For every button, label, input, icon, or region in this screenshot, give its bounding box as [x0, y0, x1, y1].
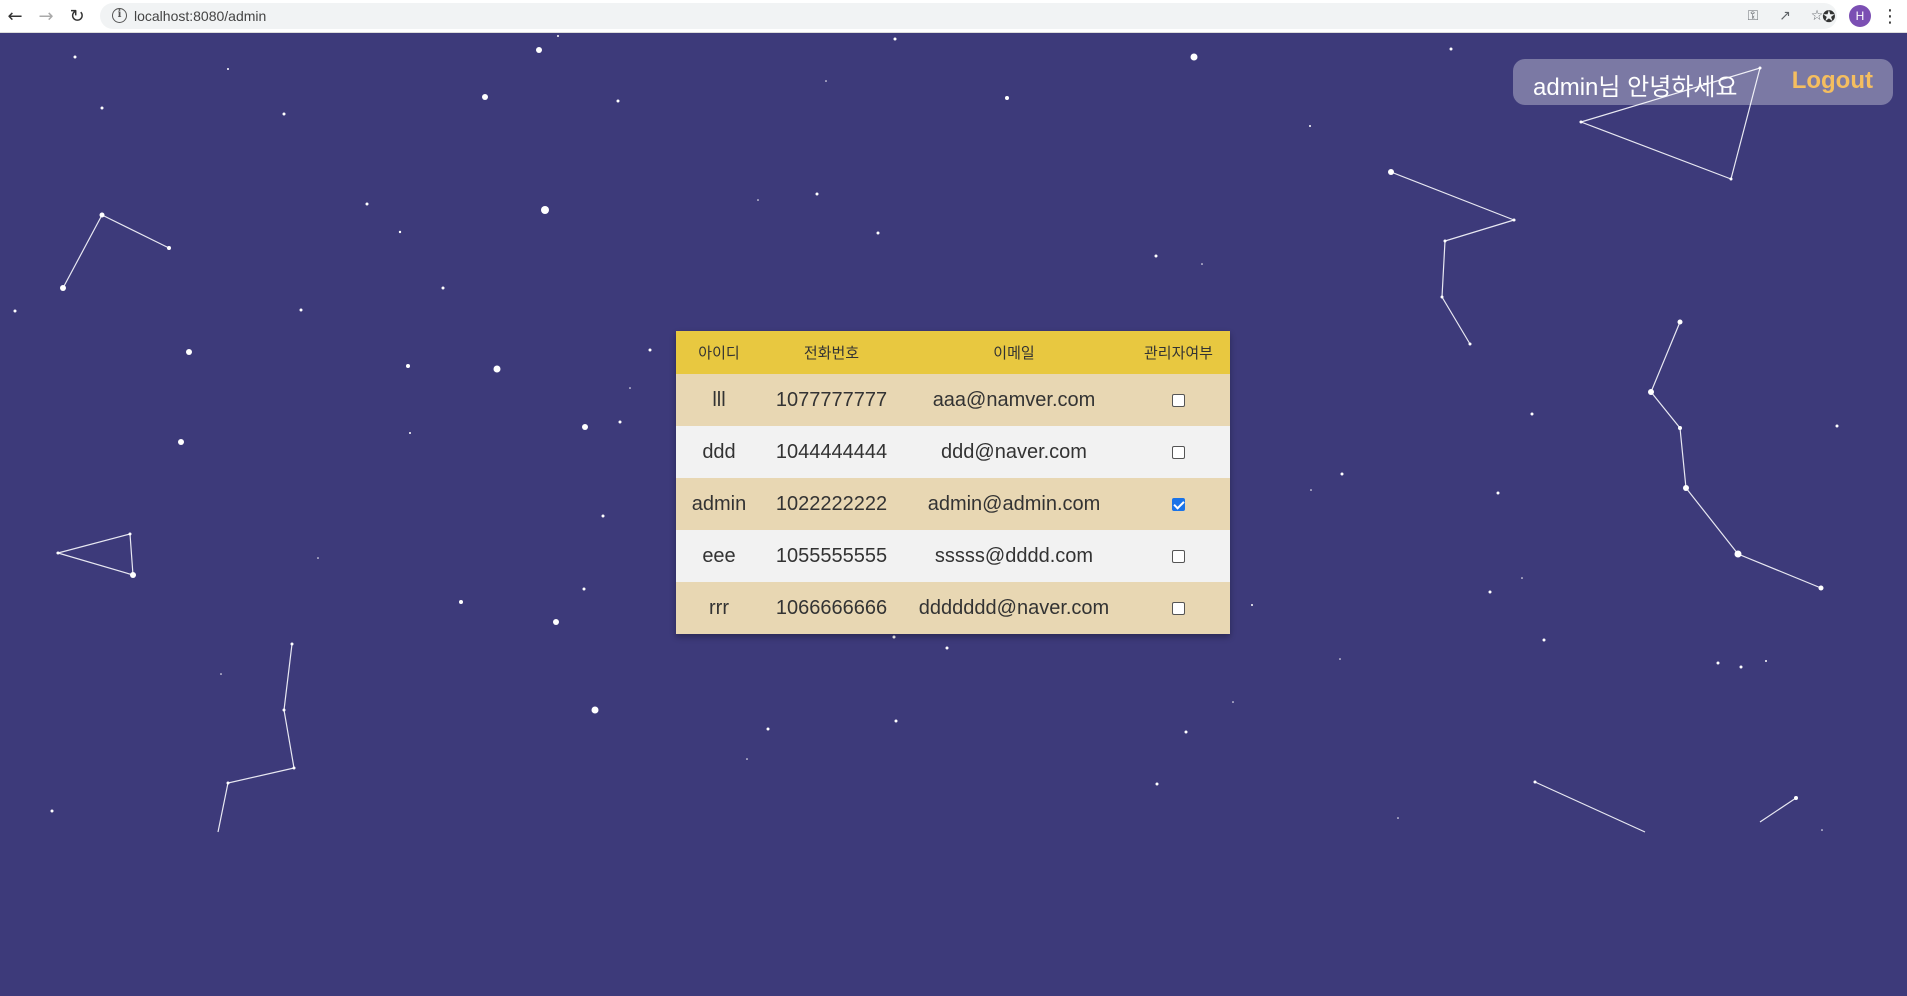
cell-admin	[1127, 478, 1230, 530]
admin-checkbox[interactable]	[1172, 393, 1185, 407]
cell-email: sssss@dddd.com	[901, 530, 1127, 582]
cell-phone: 1022222222	[762, 478, 901, 530]
cell-id: ddd	[676, 426, 762, 478]
table-row: ddd 1044444444 ddd@naver.com	[676, 426, 1230, 478]
greeting-text: admin님 안녕하세요	[1533, 74, 1738, 101]
table-header-row: 아이디 전화번호 이메일 관리자여부	[676, 331, 1230, 374]
logout-link[interactable]: Logout	[1792, 67, 1873, 95]
table-row: rrr 1066666666 ddddddd@naver.com	[676, 582, 1230, 634]
browser-toolbar: ← → ↻ i localhost:8080/admin ⚿ ↗ ☆ ✪ H ⋮	[0, 0, 1907, 33]
cell-admin	[1127, 582, 1230, 634]
admin-page: admin님 안녕하세요 Logout 아이디 전화번호 이메일 관리자여부 l…	[0, 32, 1907, 996]
cell-admin	[1127, 426, 1230, 478]
admin-checkbox[interactable]	[1172, 549, 1185, 563]
admin-checkbox[interactable]	[1172, 497, 1185, 511]
cell-id: eee	[676, 530, 762, 582]
key-icon[interactable]: ⚿	[1737, 3, 1769, 29]
cell-id: admin	[676, 478, 762, 530]
cell-id: lll	[676, 374, 762, 426]
cell-phone: 1066666666	[762, 582, 901, 634]
cell-admin	[1127, 374, 1230, 426]
cell-phone: 1044444444	[762, 426, 901, 478]
admin-checkbox[interactable]	[1172, 601, 1185, 615]
cell-email: aaa@namver.com	[901, 374, 1127, 426]
column-header-phone: 전화번호	[762, 331, 901, 374]
forward-arrow-icon[interactable]: →	[33, 3, 59, 29]
browser-menu-icon[interactable]: ⋮	[1880, 3, 1900, 29]
table-row: eee 1055555555 sssss@dddd.com	[676, 530, 1230, 582]
user-table: 아이디 전화번호 이메일 관리자여부 lll 1077777777 aaa@na…	[676, 331, 1230, 634]
address-url[interactable]: localhost:8080/admin	[134, 8, 266, 24]
back-arrow-icon[interactable]: ←	[2, 3, 28, 29]
cell-email: admin@admin.com	[901, 478, 1127, 530]
user-table-container: 아이디 전화번호 이메일 관리자여부 lll 1077777777 aaa@na…	[676, 331, 1230, 634]
admin-checkbox[interactable]	[1172, 445, 1185, 459]
reload-icon[interactable]: ↻	[64, 3, 90, 29]
column-header-email: 이메일	[901, 331, 1127, 374]
cell-email: ddddddd@naver.com	[901, 582, 1127, 634]
extensions-puzzle-icon[interactable]: ✪	[1815, 3, 1843, 29]
site-info-icon[interactable]: i	[112, 8, 127, 23]
cell-phone: 1055555555	[762, 530, 901, 582]
cell-phone: 1077777777	[762, 374, 901, 426]
table-row: admin 1022222222 admin@admin.com	[676, 478, 1230, 530]
column-header-id: 아이디	[676, 331, 762, 374]
user-greeting-panel: admin님 안녕하세요 Logout	[1513, 59, 1893, 105]
profile-avatar[interactable]: H	[1849, 5, 1871, 27]
table-row: lll 1077777777 aaa@namver.com	[676, 374, 1230, 426]
cell-email: ddd@naver.com	[901, 426, 1127, 478]
share-icon[interactable]: ↗	[1769, 3, 1801, 29]
address-bar[interactable]: i localhost:8080/admin ⚿ ↗ ☆	[100, 3, 1837, 29]
column-header-admin: 관리자여부	[1127, 331, 1230, 374]
cell-id: rrr	[676, 582, 762, 634]
cell-admin	[1127, 530, 1230, 582]
